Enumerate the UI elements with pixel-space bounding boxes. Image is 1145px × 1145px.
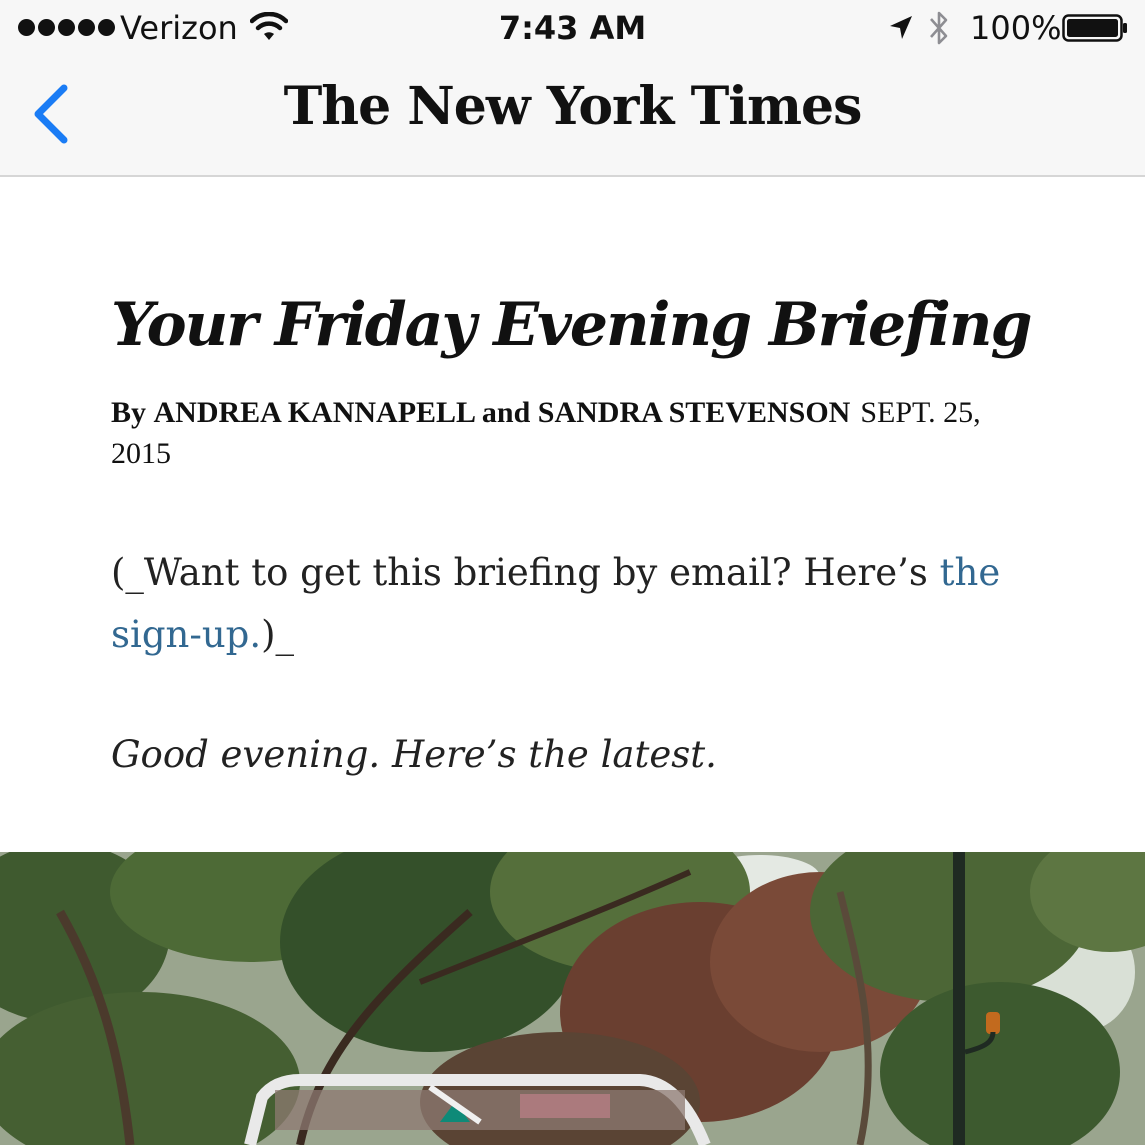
battery-percent: 100%: [970, 9, 1062, 47]
article-byline: By ANDREA KANNAPELL and SANDRA STEVENSON…: [111, 392, 1001, 474]
battery-icon: [1062, 14, 1127, 42]
promo-text: (_Want to get this briefing by email? He…: [111, 551, 940, 594]
location-arrow-icon: [890, 16, 912, 39]
article-headline: Your Friday Evening Briefing: [111, 290, 1032, 360]
nav-bar: The New York Times: [0, 56, 1145, 177]
status-bar: Verizon 7:43 AM 100%: [0, 0, 1145, 56]
promo-text-end: )_: [261, 613, 295, 656]
email-signup-promo: (_Want to get this briefing by email? He…: [111, 542, 1001, 666]
byline-prefix: By: [111, 396, 147, 429]
article-intro: Good evening. Here’s the latest.: [111, 733, 717, 776]
nyt-logo: The New York Times: [283, 76, 863, 137]
bluetooth-icon: [930, 11, 948, 45]
byline-authors: ANDREA KANNAPELL and SANDRA STEVENSON: [153, 396, 851, 429]
article-lead-photo: [0, 852, 1145, 1145]
